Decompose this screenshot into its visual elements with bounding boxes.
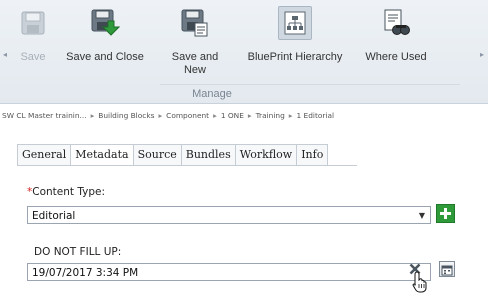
hand-cursor-icon [412,271,427,293]
breadcrumb-item[interactable]: Component [166,111,209,120]
blueprint-hierarchy-label: BluePrint Hierarchy [247,51,343,63]
ribbon-toolbar: ◂ Save Save and Close Save and New BlueP… [0,0,488,104]
content-type-label: *Content Type: [27,186,105,198]
breadcrumb-item[interactable]: 1 Editorial [297,111,335,120]
where-used-icon [379,6,413,40]
breadcrumb: SW CL Master trainin... ▸ Building Blocks ▸… [2,111,488,120]
tab-workflow[interactable]: Workflow [234,144,298,165]
do-not-fill-label: DO NOT FILL UP: [34,246,122,258]
ribbon-scroll-right-icon[interactable]: ▸ [480,50,484,59]
save-button[interactable]: Save [17,6,49,80]
save-and-new-label: Save and New [171,51,219,76]
calendar-icon [441,265,453,276]
save-and-close-icon [88,6,122,40]
calendar-button[interactable] [439,261,455,277]
tab-bundles[interactable]: Bundles [180,144,236,165]
breadcrumb-separator-icon: ▸ [158,111,163,120]
blueprint-hierarchy-icon [278,6,312,40]
blueprint-hierarchy-button[interactable]: BluePrint Hierarchy [241,6,349,80]
save-icon [16,6,50,40]
tab-general[interactable]: General [17,144,72,165]
tab-metadata[interactable]: Metadata [70,144,134,166]
ribbon-group-label: Manage [192,88,232,100]
breadcrumb-separator-icon: ▸ [288,111,293,120]
ribbon-scroll-left-icon[interactable]: ◂ [3,50,7,59]
where-used-button[interactable]: Where Used [360,6,432,80]
content-type-select[interactable]: Editorial ▼ [27,206,431,224]
breadcrumb-item[interactable]: 1 ONE [221,111,244,120]
save-and-close-label: Save and Close [66,51,144,63]
breadcrumb-item[interactable]: Training [256,111,285,120]
plus-icon [440,208,451,219]
save-label: Save [20,51,46,63]
tab-info[interactable]: Info [296,144,329,165]
date-value: 19/07/2017 3:34 PM [32,267,139,279]
breadcrumb-item[interactable]: SW CL Master trainin... [2,111,87,120]
tab-bar: General Metadata Source Bundles Workflow… [17,144,329,166]
save-and-new-button[interactable]: Save and New [169,6,221,80]
save-and-close-button[interactable]: Save and Close [62,6,148,80]
breadcrumb-item[interactable]: Building Blocks [98,111,154,120]
breadcrumb-separator-icon: ▸ [213,111,217,120]
content-type-label-text: Content Type: [32,186,106,198]
chevron-down-icon[interactable]: ▼ [419,207,425,225]
where-used-label: Where Used [365,51,427,63]
ribbon-group-divider [160,84,460,85]
save-and-new-icon [178,6,212,40]
add-content-type-button[interactable] [436,204,455,223]
content-type-value: Editorial [32,210,76,222]
breadcrumb-separator-icon: ▸ [90,111,95,120]
date-input[interactable]: 19/07/2017 3:34 PM [27,263,431,281]
tab-divider [17,165,357,166]
breadcrumb-separator-icon: ▸ [247,111,252,120]
tab-source[interactable]: Source [132,144,182,165]
